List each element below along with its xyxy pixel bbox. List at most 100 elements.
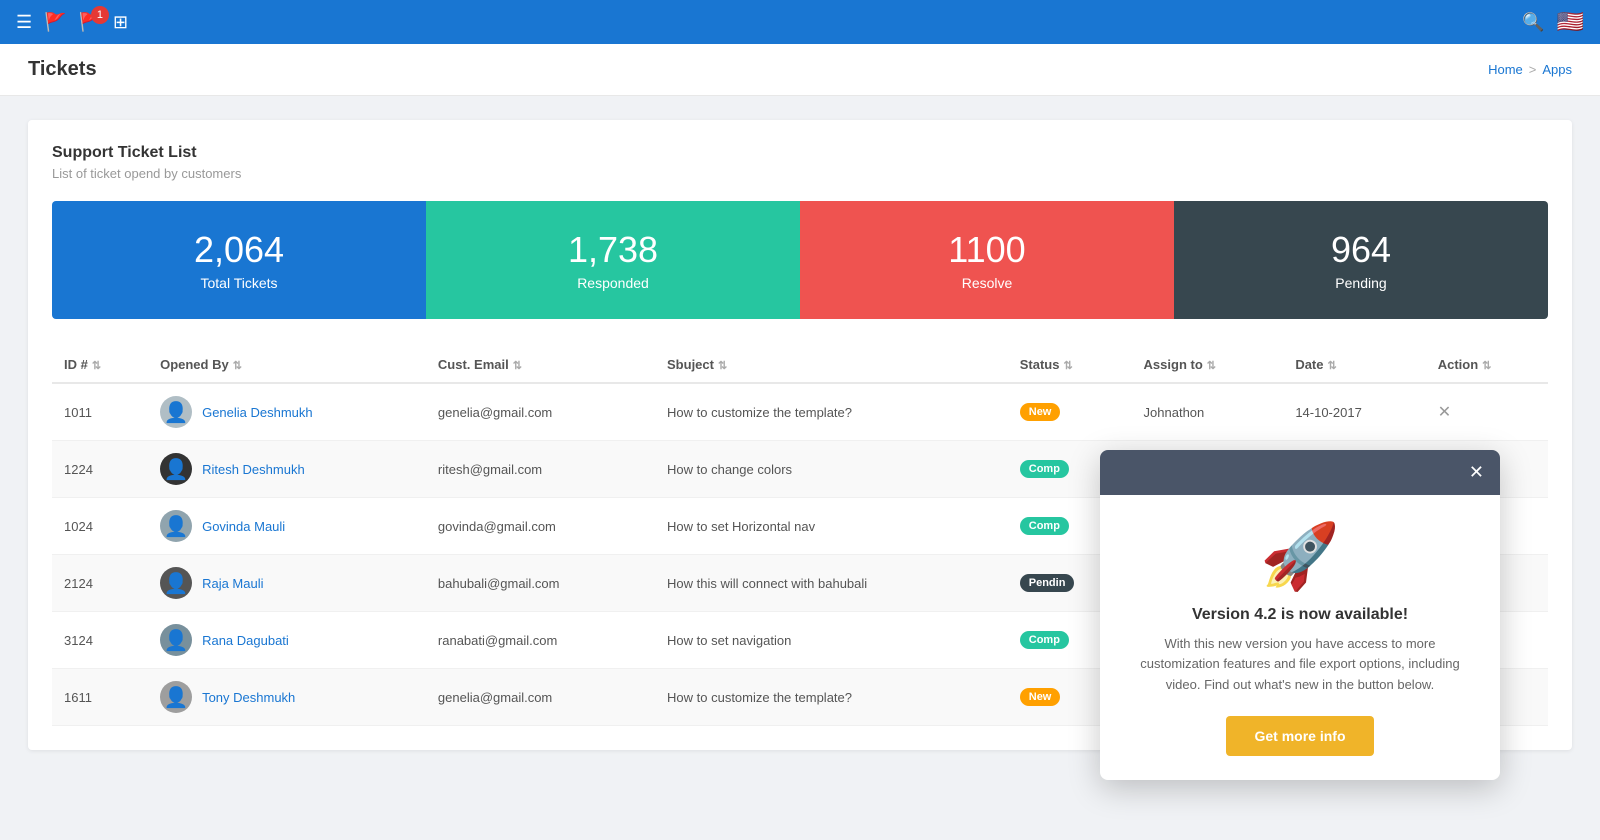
row-subject-5: How to customize the template? — [655, 669, 1008, 726]
sort-icon: ⇅ — [1328, 360, 1337, 372]
card-subtitle: List of ticket opend by customers — [52, 166, 1548, 181]
sort-icon: ⇅ — [1063, 360, 1072, 372]
row-id-2: 1024 — [52, 498, 148, 555]
status-badge-4: Comp — [1020, 631, 1069, 649]
popup-text: With this new version you have access to… — [1128, 634, 1472, 696]
row-user-5: 👤 Tony Deshmukh — [148, 669, 426, 726]
row-email-4: ranabati@gmail.com — [426, 612, 655, 669]
row-user-4: 👤 Rana Dagubati — [148, 612, 426, 669]
row-subject-1: How to change colors — [655, 441, 1008, 498]
topbar-right: 🔍 🇺🇸 — [1522, 9, 1584, 35]
row-id-5: 1611 — [52, 669, 148, 726]
col-header-id[interactable]: ID #⇅ — [52, 347, 148, 383]
breadcrumb-current: Apps — [1542, 62, 1572, 77]
user-link-0[interactable]: Genelia Deshmukh — [202, 405, 313, 420]
breadcrumb-bar: Tickets Home > Apps — [0, 44, 1600, 96]
get-more-info-button[interactable]: Get more info — [1226, 716, 1373, 756]
row-subject-4: How to set navigation — [655, 612, 1008, 669]
stat-label-0: Total Tickets — [200, 275, 277, 291]
sort-icon: ⇅ — [513, 360, 522, 372]
col-header-subject[interactable]: Sbuject⇅ — [655, 347, 1008, 383]
row-email-3: bahubali@gmail.com — [426, 555, 655, 612]
status-badge-2: Comp — [1020, 517, 1069, 535]
flag-us[interactable]: 🇺🇸 — [1557, 9, 1584, 35]
avatar-2: 👤 — [160, 510, 192, 542]
status-badge-0: New — [1020, 403, 1061, 421]
user-link-4[interactable]: Rana Dagubati — [202, 633, 289, 648]
menu-icon[interactable]: ☰ — [16, 12, 32, 33]
grid-icon[interactable]: ⊞ — [113, 12, 128, 33]
stat-card-1[interactable]: 1,738 Responded — [426, 201, 800, 319]
popup-close-button[interactable]: ✕ — [1469, 462, 1484, 483]
avatar-4: 👤 — [160, 624, 192, 656]
sort-icon: ⇅ — [1207, 360, 1216, 372]
breadcrumb-home[interactable]: Home — [1488, 62, 1523, 77]
row-email-1: ritesh@gmail.com — [426, 441, 655, 498]
row-user-0: 👤 Genelia Deshmukh — [148, 383, 426, 441]
row-email-5: genelia@gmail.com — [426, 669, 655, 726]
stat-card-2[interactable]: 1100 Resolve — [800, 201, 1174, 319]
popup-body: 🚀 Version 4.2 is now available! With thi… — [1100, 495, 1500, 780]
row-status-0: New — [1008, 383, 1132, 441]
row-action-0: ✕ — [1426, 383, 1548, 441]
user-link-3[interactable]: Raja Mauli — [202, 576, 263, 591]
avatar-3: 👤 — [160, 567, 192, 599]
stat-number-3: 964 — [1331, 229, 1391, 271]
stat-label-3: Pending — [1335, 275, 1386, 291]
stat-card-0[interactable]: 2,064 Total Tickets — [52, 201, 426, 319]
breadcrumb: Home > Apps — [1488, 62, 1572, 77]
sort-icon: ⇅ — [233, 360, 242, 372]
flag-icon-1[interactable]: 🚩 — [44, 12, 66, 33]
table-row: 1011 👤 Genelia Deshmukh genelia@gmail.co… — [52, 383, 1548, 441]
user-link-5[interactable]: Tony Deshmukh — [202, 690, 295, 705]
stat-label-1: Responded — [577, 275, 649, 291]
stat-label-2: Resolve — [962, 275, 1013, 291]
stat-number-2: 1100 — [948, 229, 1025, 271]
row-email-0: genelia@gmail.com — [426, 383, 655, 441]
rocket-icon: 🚀 — [1128, 519, 1472, 594]
stat-number-0: 2,064 — [194, 229, 284, 271]
row-user-2: 👤 Govinda Mauli — [148, 498, 426, 555]
popup-header: ✕ — [1100, 450, 1500, 495]
topbar: ☰ 🚩 🚩 1 ⊞ 🔍 🇺🇸 — [0, 0, 1600, 44]
row-subject-2: How to set Horizontal nav — [655, 498, 1008, 555]
table-header: ID #⇅Opened By⇅Cust. Email⇅Sbuject⇅Statu… — [52, 347, 1548, 383]
close-button-0[interactable]: ✕ — [1438, 404, 1451, 421]
search-icon[interactable]: 🔍 — [1522, 12, 1544, 33]
flag-icon-2[interactable]: 🚩 1 — [79, 12, 101, 33]
row-email-2: govinda@gmail.com — [426, 498, 655, 555]
avatar-0: 👤 — [160, 396, 192, 428]
row-date-0: 14-10-2017 — [1283, 383, 1425, 441]
sort-icon: ⇅ — [1482, 360, 1491, 372]
col-header-date[interactable]: Date⇅ — [1283, 347, 1425, 383]
col-header-opened_by[interactable]: Opened By⇅ — [148, 347, 426, 383]
row-id-4: 3124 — [52, 612, 148, 669]
popup-title: Version 4.2 is now available! — [1128, 606, 1472, 624]
col-header-action[interactable]: Action⇅ — [1426, 347, 1548, 383]
avatar-1: 👤 — [160, 453, 192, 485]
row-id-1: 1224 — [52, 441, 148, 498]
card-title: Support Ticket List — [52, 144, 1548, 162]
update-popup: ✕ 🚀 Version 4.2 is now available! With t… — [1100, 450, 1500, 780]
row-id-0: 1011 — [52, 383, 148, 441]
breadcrumb-separator: > — [1529, 62, 1537, 77]
row-assign-0: Johnathon — [1132, 383, 1284, 441]
topbar-left: ☰ 🚩 🚩 1 ⊞ — [16, 12, 128, 33]
page-title: Tickets — [28, 58, 97, 81]
row-id-3: 2124 — [52, 555, 148, 612]
user-link-1[interactable]: Ritesh Deshmukh — [202, 462, 305, 477]
col-header-assign_to[interactable]: Assign to⇅ — [1132, 347, 1284, 383]
stat-card-3[interactable]: 964 Pending — [1174, 201, 1548, 319]
col-header-email[interactable]: Cust. Email⇅ — [426, 347, 655, 383]
row-subject-3: How this will connect with bahubali — [655, 555, 1008, 612]
col-header-status[interactable]: Status⇅ — [1008, 347, 1132, 383]
stats-row: 2,064 Total Tickets 1,738 Responded 1100… — [52, 201, 1548, 319]
row-subject-0: How to customize the template? — [655, 383, 1008, 441]
status-badge-5: New — [1020, 688, 1061, 706]
status-badge-3: Pendin — [1020, 574, 1075, 592]
sort-icon: ⇅ — [92, 360, 101, 372]
sort-icon: ⇅ — [718, 360, 727, 372]
stat-number-1: 1,738 — [568, 229, 658, 271]
user-link-2[interactable]: Govinda Mauli — [202, 519, 285, 534]
row-user-3: 👤 Raja Mauli — [148, 555, 426, 612]
